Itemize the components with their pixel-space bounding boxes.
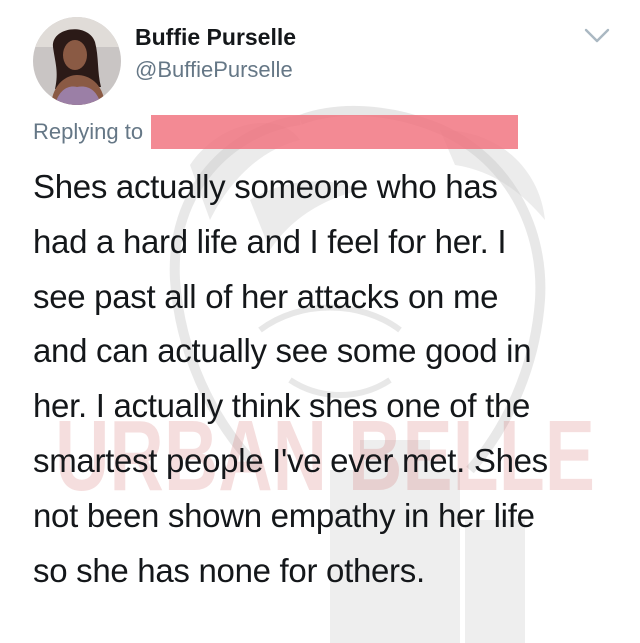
tweet-line: not been shown empathy in her life	[33, 496, 535, 534]
tweet-card: Buffie Purselle @BuffiePurselle Replying…	[0, 0, 640, 643]
author-name[interactable]: Buffie Purselle	[135, 24, 296, 51]
profile-photo-icon	[33, 17, 121, 105]
replying-to-label: Replying to	[33, 119, 144, 144]
redacted-username	[151, 115, 519, 149]
avatar[interactable]	[33, 17, 121, 105]
tweet-line: her. I actually think shes one of the	[33, 387, 531, 425]
author-handle[interactable]: @BuffiePurselle	[135, 57, 293, 83]
tweet-text: Shes actually someone who has had a hard…	[33, 160, 618, 598]
tweet-line: Shes actually someone who has	[33, 168, 498, 205]
chevron-down-icon[interactable]	[584, 27, 610, 45]
tweet-line: had a hard life and I feel for her. I	[33, 222, 507, 260]
tweet-line: see past all of her attacks on me	[33, 277, 499, 315]
tweet-line: and can actually see some good in	[33, 332, 532, 370]
replying-to: Replying to	[33, 115, 519, 149]
tweet-line: smartest people I've ever met. Shes	[33, 441, 548, 479]
tweet-line: so she has none for others.	[33, 551, 425, 589]
